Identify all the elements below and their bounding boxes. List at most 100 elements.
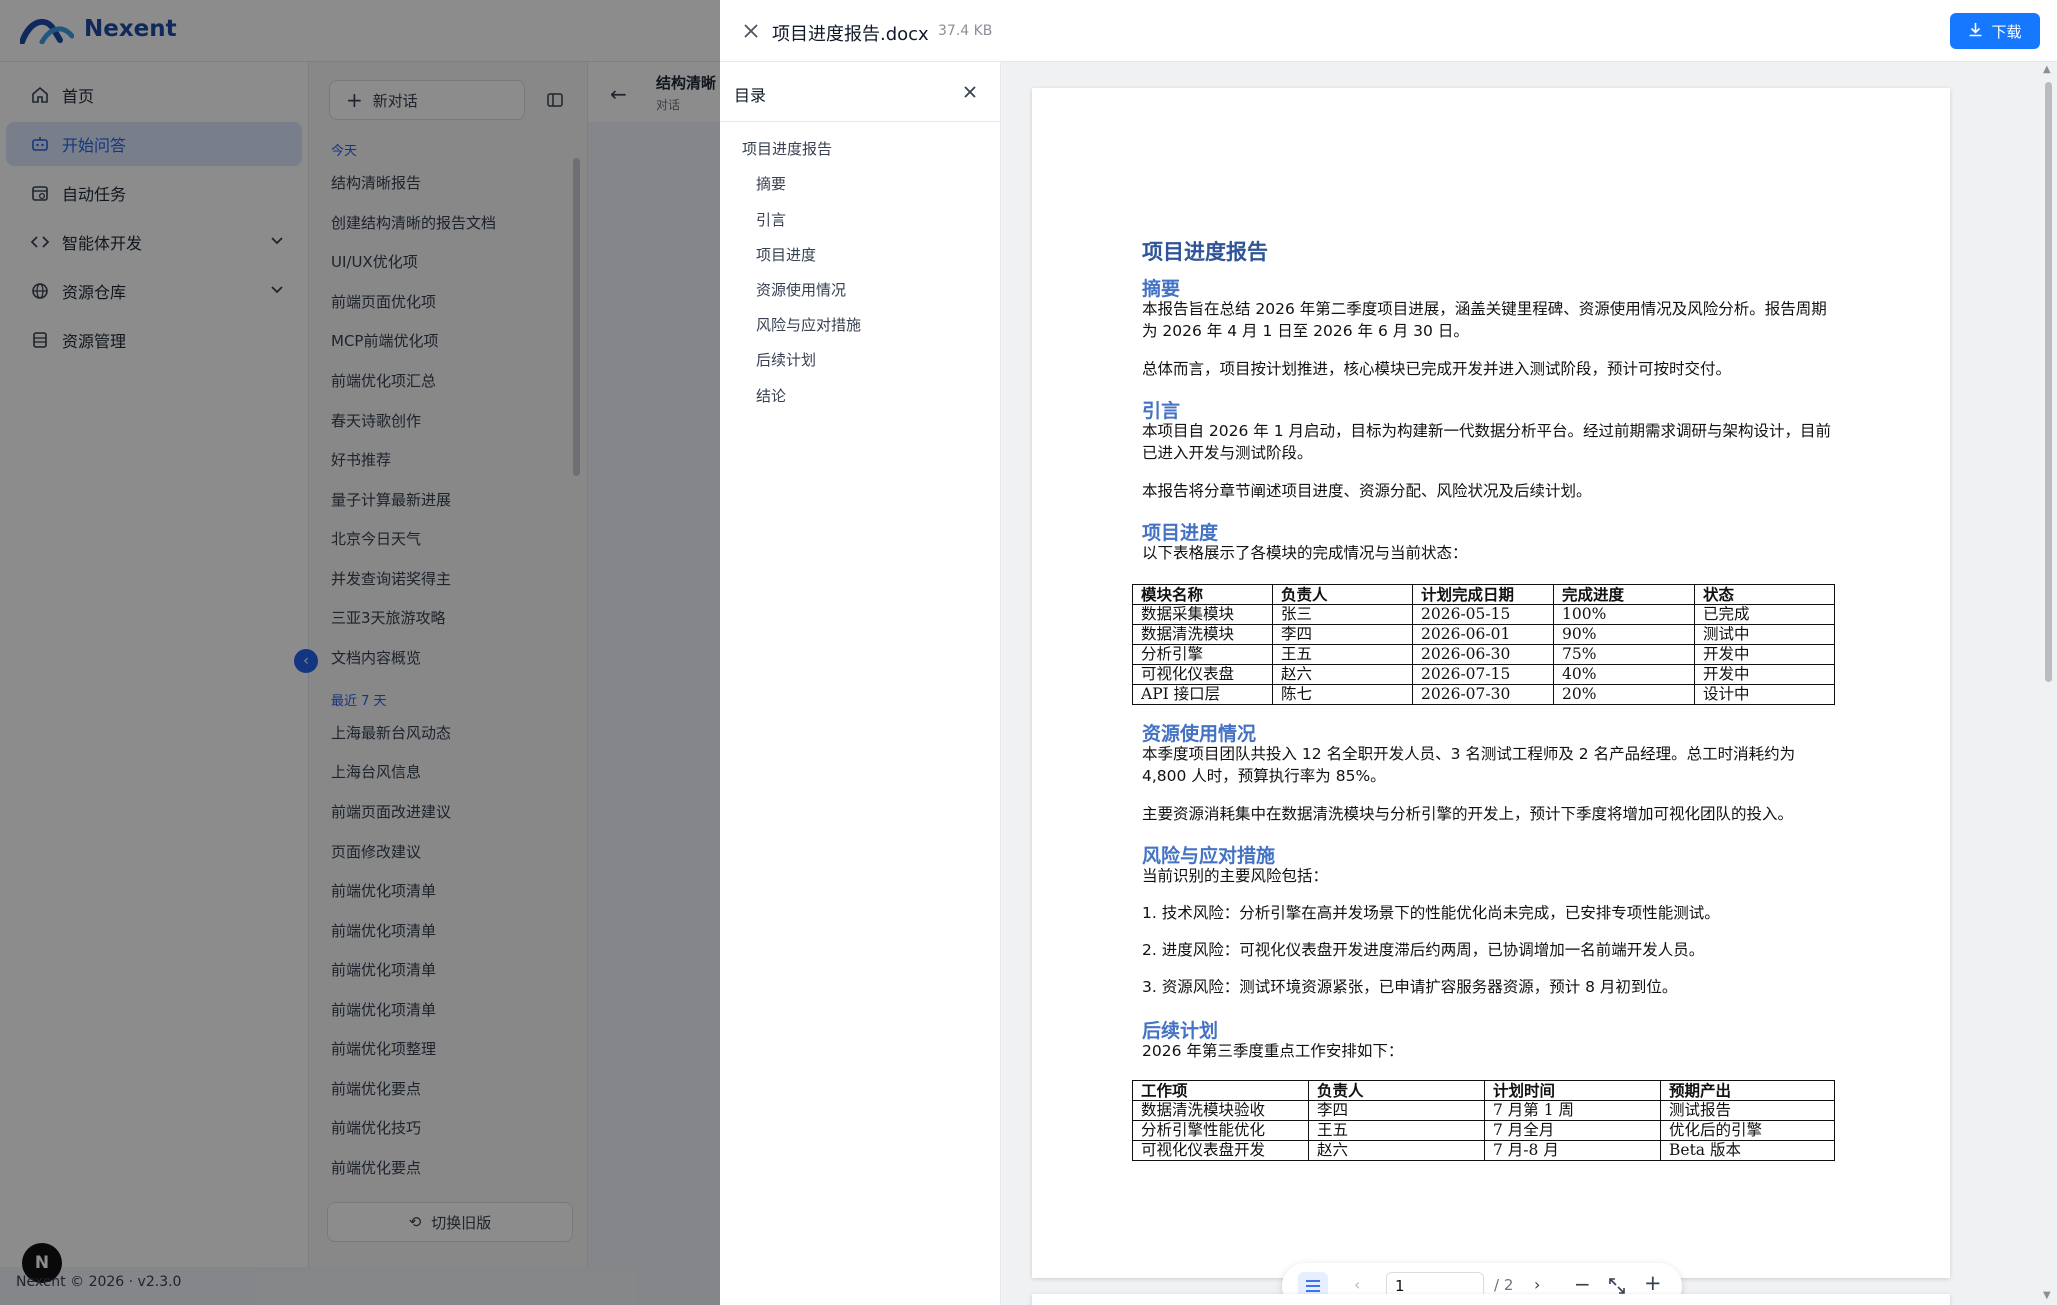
table-cell: 2026-06-01 bbox=[1412, 624, 1554, 645]
table-cell: API 接口层 bbox=[1132, 684, 1273, 705]
table-header-cell: 工作项 bbox=[1132, 1080, 1309, 1101]
document-viewer[interactable]: 项目进度报告 摘要 本报告旨在总结 2026 年第二季度项目进展，涵盖关键里程碑… bbox=[1002, 62, 2057, 1305]
doc-paragraph: 总体而言，项目按计划推进，核心模块已完成开发并进入测试阶段，预计可按时交付。 bbox=[1142, 360, 1732, 378]
prev-page-button[interactable]: ‹ bbox=[1354, 1275, 1360, 1294]
table-cell: 7 月-8 月 bbox=[1484, 1140, 1661, 1161]
toc-item[interactable]: 结论 bbox=[756, 385, 786, 406]
table-header-cell: 完成进度 bbox=[1553, 584, 1695, 605]
toc-item[interactable]: 项目进度报告 bbox=[742, 138, 832, 159]
progress-table: 模块名称 负责人 计划完成日期 完成进度 状态 数据采集模块 张三 2026-0… bbox=[1132, 584, 1835, 705]
document-page bbox=[1032, 1294, 1950, 1305]
document-page: 项目进度报告 摘要 本报告旨在总结 2026 年第二季度项目进展，涵盖关键里程碑… bbox=[1032, 88, 1950, 1305]
file-preview-drawer: 项目进度报告.docx 37.4 KB 下载 目录 项目进度报告 摘要 引言 项… bbox=[720, 0, 2057, 1305]
table-cell: 设计中 bbox=[1694, 684, 1835, 705]
table-cell: 7 月第 1 周 bbox=[1484, 1100, 1661, 1121]
table-cell: 分析引擎性能优化 bbox=[1132, 1120, 1309, 1141]
table-cell: 赵六 bbox=[1308, 1140, 1485, 1161]
doc-heading: 后续计划 bbox=[1142, 1020, 1219, 1042]
zoom-out-button[interactable]: − bbox=[1574, 1272, 1591, 1296]
doc-paragraph: 本报告旨在总结 2026 年第二季度项目进展，涵盖关键里程碑、资源使用情况及风险… bbox=[1142, 300, 1827, 340]
doc-heading: 风险与应对措施 bbox=[1142, 845, 1276, 867]
table-cell: 数据采集模块 bbox=[1132, 604, 1273, 625]
toc-item[interactable]: 引言 bbox=[756, 209, 786, 230]
page-total: / 2 bbox=[1494, 1276, 1514, 1294]
zoom-in-button[interactable]: + bbox=[1644, 1271, 1662, 1295]
table-cell: 40% bbox=[1553, 664, 1695, 685]
table-cell: 测试报告 bbox=[1660, 1100, 1835, 1121]
table-header-cell: 负责人 bbox=[1308, 1080, 1485, 1101]
table-header-cell: 负责人 bbox=[1272, 584, 1413, 605]
table-cell: 7 月全月 bbox=[1484, 1120, 1661, 1141]
table-header-cell: 状态 bbox=[1694, 584, 1835, 605]
table-cell: 分析引擎 bbox=[1132, 644, 1273, 665]
table-cell: 优化后的引擎 bbox=[1660, 1120, 1835, 1141]
table-row: API 接口层 陈七 2026-07-30 20% 设计中 bbox=[1132, 684, 1835, 705]
doc-paragraph: 主要资源消耗集中在数据清洗模块与分析引擎的开发上，预计下季度将增加可视化团队的投… bbox=[1142, 805, 1794, 823]
table-cell: 开发中 bbox=[1694, 644, 1835, 665]
table-header-cell: 模块名称 bbox=[1132, 584, 1273, 605]
scroll-down-icon[interactable]: ▼ bbox=[2043, 1290, 2051, 1301]
toc-item[interactable]: 后续计划 bbox=[756, 349, 816, 370]
file-name: 项目进度报告.docx bbox=[772, 24, 929, 45]
table-cell: 2026-05-15 bbox=[1412, 604, 1554, 625]
table-cell: 90% bbox=[1553, 624, 1695, 645]
doc-paragraph: 本季度项目团队共投入 12 名全职开发人员、3 名测试工程师及 2 名产品经理。… bbox=[1142, 745, 1796, 785]
table-cell: 陈七 bbox=[1272, 684, 1413, 705]
scroll-up-icon[interactable]: ▲ bbox=[2043, 64, 2051, 75]
table-cell: 数据清洗模块 bbox=[1132, 624, 1273, 645]
table-cell: 张三 bbox=[1272, 604, 1413, 625]
toc-item[interactable]: 摘要 bbox=[756, 173, 786, 194]
table-cell: 数据清洗模块验收 bbox=[1132, 1100, 1309, 1121]
doc-paragraph: 当前识别的主要风险包括： bbox=[1142, 867, 1329, 885]
table-header-cell: 计划时间 bbox=[1484, 1080, 1661, 1101]
scrollbar-thumb[interactable] bbox=[2045, 82, 2052, 682]
doc-heading: 摘要 bbox=[1142, 278, 1181, 300]
table-cell: 王五 bbox=[1272, 644, 1413, 665]
modal-overlay[interactable] bbox=[0, 0, 720, 1305]
table-cell: 王五 bbox=[1308, 1120, 1485, 1141]
table-header-row: 工作项 负责人 计划时间 预期产出 bbox=[1132, 1080, 1835, 1101]
table-of-contents: 目录 项目进度报告 摘要 引言 项目进度 资源使用情况 风险与应对措施 后续计划… bbox=[720, 62, 1001, 1305]
toc-item[interactable]: 项目进度 bbox=[756, 244, 816, 265]
fullscreen-icon[interactable] bbox=[1608, 1277, 1626, 1295]
table-row: 数据采集模块 张三 2026-05-15 100% 已完成 bbox=[1132, 604, 1835, 625]
doc-heading: 项目进度 bbox=[1142, 522, 1219, 544]
doc-paragraph: 以下表格展示了各模块的完成情况与当前状态： bbox=[1142, 544, 1468, 562]
table-cell: 测试中 bbox=[1694, 624, 1835, 645]
close-icon[interactable] bbox=[962, 84, 978, 100]
next-page-button[interactable]: › bbox=[1534, 1275, 1540, 1294]
doc-list-item: 3. 资源风险：测试环境资源紧张，已申请扩容服务器资源，预计 8 月初到位。 bbox=[1142, 978, 1678, 996]
table-cell: 2026-07-15 bbox=[1412, 664, 1554, 685]
doc-list-item: 1. 技术风险：分析引擎在高并发场景下的性能优化尚未完成，已安排专项性能测试。 bbox=[1142, 904, 1720, 922]
toc-item[interactable]: 风险与应对措施 bbox=[756, 314, 861, 335]
table-cell: 开发中 bbox=[1694, 664, 1835, 685]
table-cell: 2026-07-30 bbox=[1412, 684, 1554, 705]
close-icon[interactable] bbox=[740, 20, 762, 42]
download-button[interactable]: 下载 bbox=[1950, 13, 2040, 49]
doc-heading: 引言 bbox=[1142, 400, 1181, 422]
doc-list-item: 2. 进度风险：可视化仪表盘开发进度滞后约两周，已协调增加一名前端开发人员。 bbox=[1142, 941, 1705, 959]
table-cell: 20% bbox=[1553, 684, 1695, 705]
table-header-cell: 预期产出 bbox=[1660, 1080, 1835, 1101]
table-row: 分析引擎 王五 2026-06-30 75% 开发中 bbox=[1132, 644, 1835, 665]
preview-header: 项目进度报告.docx 37.4 KB 下载 bbox=[720, 0, 2057, 62]
toc-item[interactable]: 资源使用情况 bbox=[756, 279, 846, 300]
table-row: 可视化仪表盘开发 赵六 7 月-8 月 Beta 版本 bbox=[1132, 1140, 1835, 1161]
doc-title: 项目进度报告 bbox=[1142, 240, 1268, 264]
table-row: 数据清洗模块验收 李四 7 月第 1 周 测试报告 bbox=[1132, 1100, 1835, 1121]
table-cell: 可视化仪表盘 bbox=[1132, 664, 1273, 685]
table-cell: 可视化仪表盘开发 bbox=[1132, 1140, 1309, 1161]
table-cell: 100% bbox=[1553, 604, 1695, 625]
plan-table: 工作项 负责人 计划时间 预期产出 数据清洗模块验收 李四 7 月第 1 周 测… bbox=[1132, 1080, 1835, 1161]
table-cell: 75% bbox=[1553, 644, 1695, 665]
table-cell: 2026-06-30 bbox=[1412, 644, 1554, 665]
table-cell: 李四 bbox=[1308, 1100, 1485, 1121]
document-scrollbar[interactable]: ▲ ▼ bbox=[2040, 62, 2057, 1305]
table-header-row: 模块名称 负责人 计划完成日期 完成进度 状态 bbox=[1132, 584, 1835, 605]
table-header-cell: 计划完成日期 bbox=[1412, 584, 1554, 605]
table-row: 可视化仪表盘 赵六 2026-07-15 40% 开发中 bbox=[1132, 664, 1835, 685]
table-cell: 赵六 bbox=[1272, 664, 1413, 685]
table-cell: 已完成 bbox=[1694, 604, 1835, 625]
table-row: 分析引擎性能优化 王五 7 月全月 优化后的引擎 bbox=[1132, 1120, 1835, 1141]
list-icon bbox=[1306, 1280, 1320, 1292]
